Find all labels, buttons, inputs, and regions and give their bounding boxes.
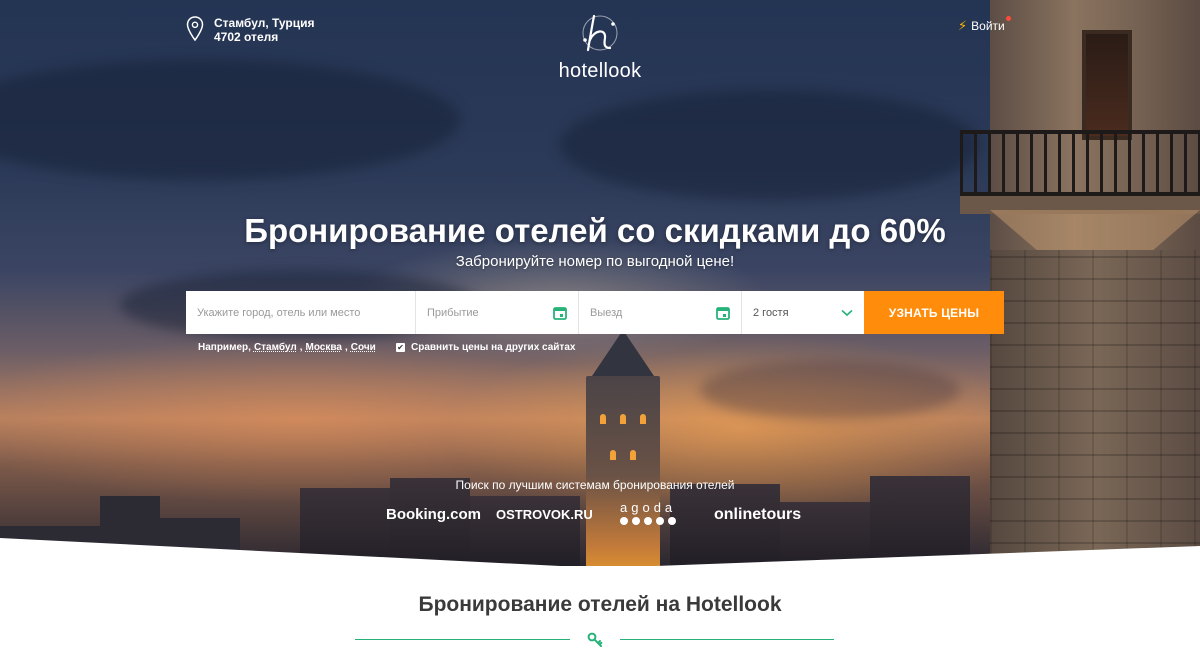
checkin-placeholder: Прибытие — [427, 306, 479, 319]
checkout-placeholder: Выезд — [590, 306, 623, 319]
logo-mark-icon — [582, 14, 618, 52]
site-logo[interactable]: hotellook — [540, 12, 660, 83]
examples-separator: , — [299, 342, 303, 353]
hotel-count: 4702 отеля — [214, 30, 279, 44]
destination-placeholder: Укажите город, отель или место — [197, 306, 361, 319]
agoda-wordmark: agoda — [620, 500, 677, 515]
search-examples: Например, Стамбул, Москва, Сочи — [198, 342, 376, 353]
cloud — [560, 90, 980, 200]
search-form: Укажите город, отель или место Прибытие … — [186, 291, 1004, 334]
tower-window — [640, 414, 646, 424]
tower-window — [610, 450, 616, 460]
login-link[interactable]: ⚡ Войти — [958, 16, 1011, 34]
checkin-field[interactable]: Прибытие — [416, 291, 579, 334]
hero-subtitle: Забронируйте номер по выгодной цене! — [455, 253, 735, 270]
tower-window — [600, 414, 606, 424]
guests-select[interactable]: 2 гостя — [742, 291, 864, 334]
key-icon — [587, 632, 603, 647]
partner-logo-onlinetours: onlinetours — [714, 506, 802, 523]
bolt-icon: ⚡ — [958, 18, 968, 33]
destination-input[interactable]: Укажите город, отель или место — [186, 291, 416, 334]
partner-logo-agoda: agoda — [620, 500, 676, 525]
calendar-icon[interactable] — [716, 306, 730, 320]
pin-icon — [186, 16, 204, 42]
tower-window — [630, 450, 636, 460]
balcony-railing — [960, 130, 1200, 196]
calendar-icon[interactable] — [553, 306, 567, 320]
checkbox-icon[interactable]: ✔ — [396, 343, 405, 352]
stone-wall — [990, 250, 1200, 566]
hero-title: Бронирование отелей со скидками до 60% — [244, 212, 946, 249]
cloud — [0, 60, 460, 180]
building-window — [1082, 30, 1132, 140]
divider-line-right — [620, 639, 834, 640]
examples-prefix: Например, — [198, 342, 251, 353]
agoda-dots — [620, 517, 676, 525]
example-link-istanbul[interactable]: Стамбул — [254, 342, 297, 353]
compare-label: Сравнить цены на других сайтах — [411, 342, 576, 353]
tower-roof — [592, 330, 654, 376]
partners-logos: Booking.com OSTROVOK.RU agoda onlinetour… — [386, 500, 816, 528]
notification-dot — [1006, 16, 1011, 21]
guests-value: 2 гостя — [753, 306, 789, 319]
compare-prices-option[interactable]: ✔ Сравнить цены на других сайтах — [396, 342, 575, 353]
example-link-moscow[interactable]: Москва — [306, 342, 342, 353]
hero-wave-divider — [0, 538, 1200, 590]
tower-window — [620, 414, 626, 424]
examples-separator: , — [344, 342, 348, 353]
search-button[interactable]: УЗНАТЬ ЦЕНЫ — [864, 291, 1004, 334]
checkout-field[interactable]: Выезд — [579, 291, 742, 334]
divider-line-left — [355, 639, 570, 640]
chevron-down-icon — [841, 309, 853, 316]
partner-logo-booking: Booking.com — [386, 506, 482, 523]
location-city: Стамбул, Турция — [214, 16, 315, 30]
location-info[interactable]: Стамбул, Турция 4702 отеля — [186, 16, 314, 44]
section-title: Бронирование отелей на Hotellook — [418, 593, 782, 616]
example-link-sochi[interactable]: Сочи — [351, 342, 376, 353]
partner-logo-ostrovok: OSTROVOK.RU — [496, 507, 593, 522]
login-label: Войти — [971, 19, 1005, 33]
logo-text: hotellook — [558, 60, 642, 82]
partners-title: Поиск по лучшим системам бронирования от… — [455, 478, 735, 492]
